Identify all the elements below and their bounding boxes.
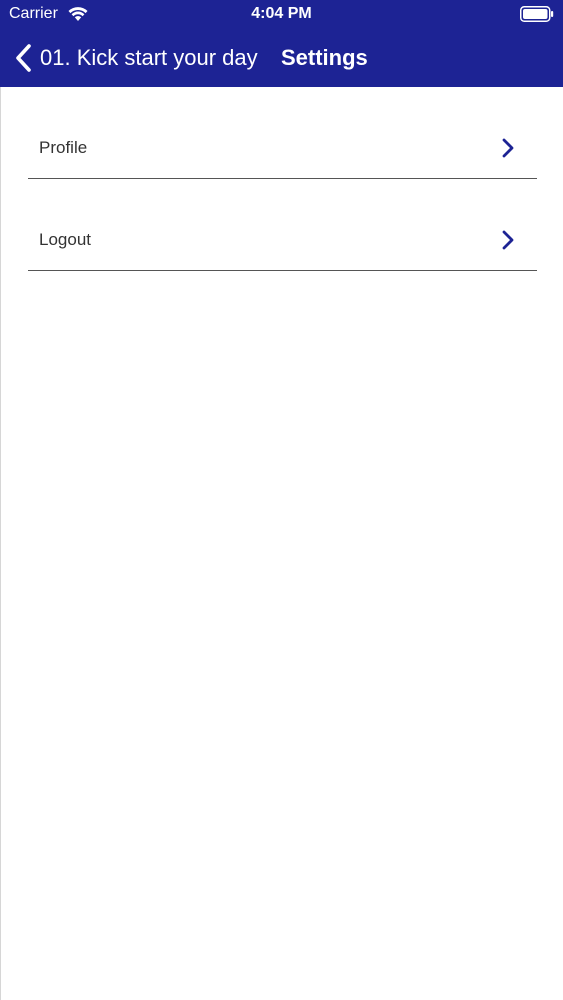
- chevron-right-icon: [502, 138, 514, 158]
- app-header: Carrier 4:04 PM 01. Kick start your day …: [0, 0, 563, 87]
- chevron-right-icon: [502, 230, 514, 250]
- status-bar: Carrier 4:04 PM: [0, 0, 563, 30]
- page-title: Settings: [281, 45, 368, 70]
- battery-icon: [520, 6, 554, 22]
- settings-screen: Carrier 4:04 PM 01. Kick start your day …: [0, 0, 563, 1000]
- chevron-left-icon: [16, 44, 31, 72]
- settings-item-logout[interactable]: Logout: [28, 179, 537, 271]
- settings-item-label: Logout: [39, 230, 91, 249]
- back-button[interactable]: 01. Kick start your day: [14, 42, 258, 74]
- back-button-label: 01. Kick start your day: [40, 45, 258, 70]
- status-time: 4:04 PM: [251, 5, 312, 22]
- settings-item-profile[interactable]: Profile: [28, 87, 537, 179]
- settings-item-label: Profile: [39, 138, 88, 157]
- settings-list: Profile Logout: [28, 87, 537, 271]
- left-edge-divider: [0, 87, 1, 1000]
- navigation-bar: 01. Kick start your day Settings: [0, 30, 563, 87]
